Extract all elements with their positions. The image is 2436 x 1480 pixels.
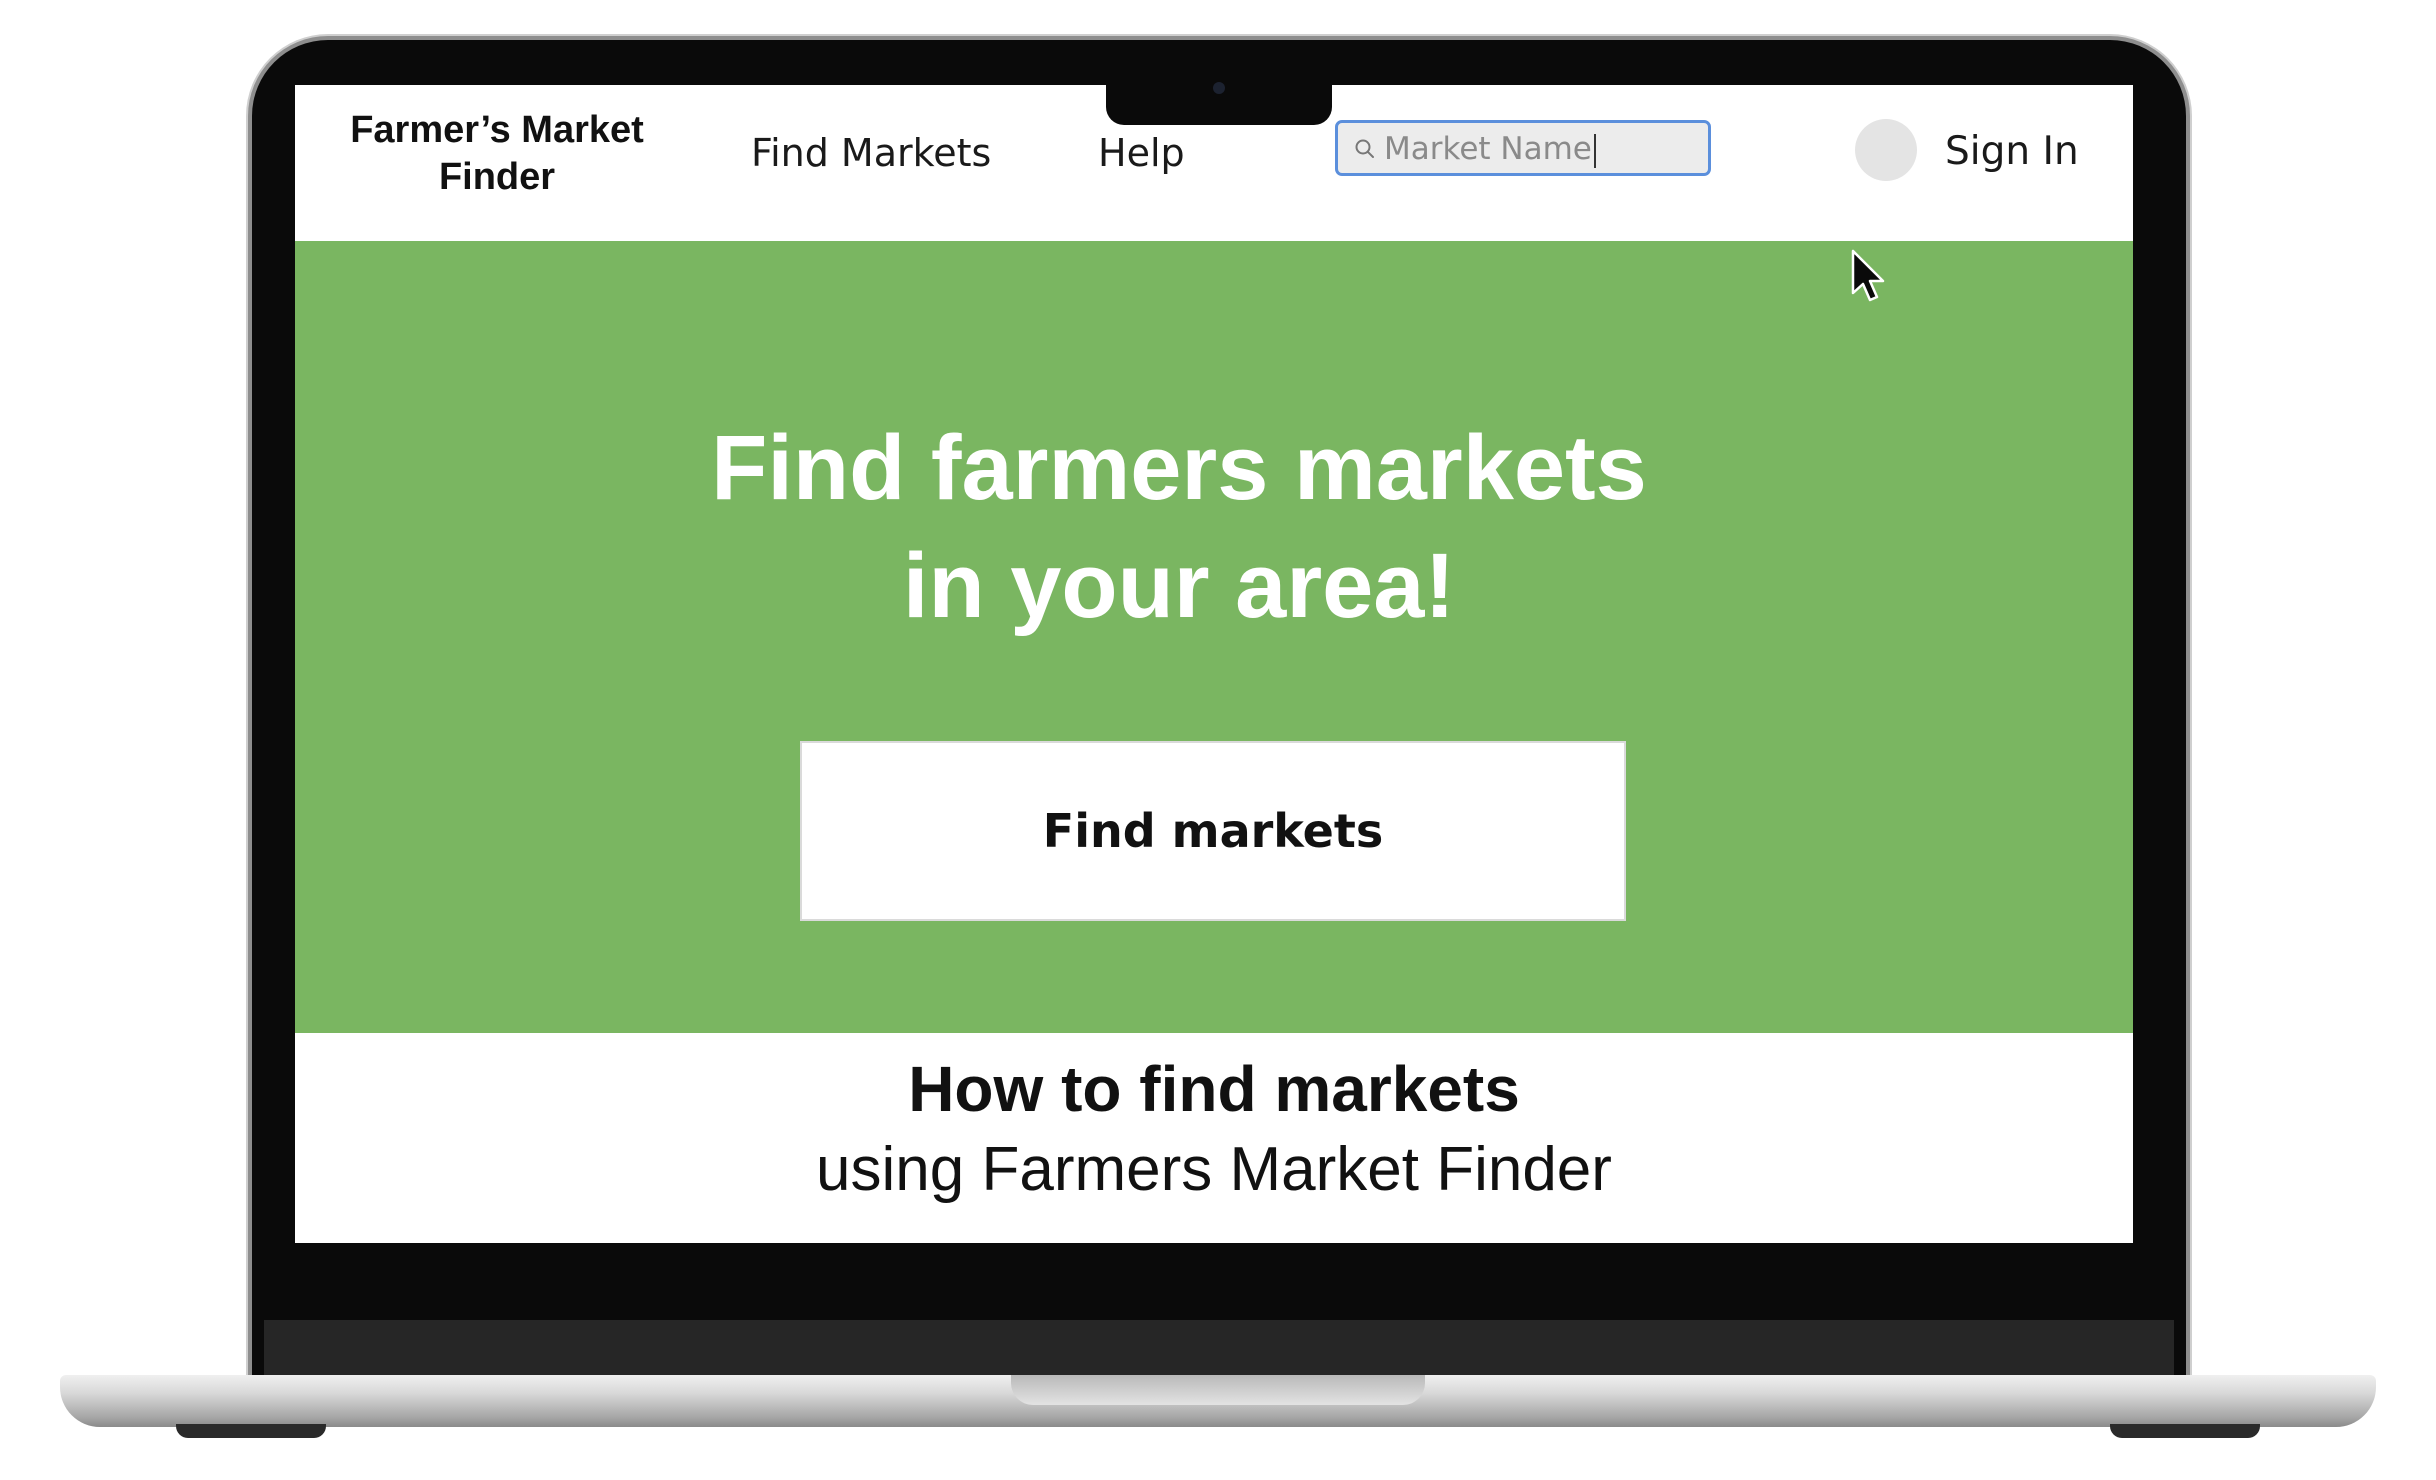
how-to-subtitle: using Farmers Market Finder: [816, 1135, 1612, 1204]
search-input-value: Market Name: [1384, 131, 1592, 167]
hero-banner: Find farmers markets in your area! Find …: [295, 241, 2133, 1033]
how-to-section: How to find markets using Farmers Market…: [295, 1033, 2133, 1243]
nav-help[interactable]: Help: [1098, 131, 1185, 175]
search-input[interactable]: Market Name: [1384, 129, 1654, 169]
hero-title-line-1: Find farmers markets: [711, 417, 1647, 519]
brand-logo[interactable]: Farmer’s Market Finder: [335, 107, 659, 201]
camera-icon: [1213, 82, 1225, 94]
laptop-foot-right: [2110, 1424, 2260, 1438]
mouse-cursor-icon: [1851, 249, 1885, 302]
nav-find-markets[interactable]: Find Markets: [751, 131, 991, 175]
search-box[interactable]: Market Name: [1335, 120, 1711, 176]
text-caret: [1593, 133, 1596, 168]
laptop-screen: Farmer’s Market Finder Find Markets Help…: [295, 85, 2133, 1243]
find-markets-button[interactable]: Find markets: [800, 741, 1626, 921]
laptop-foot-left: [176, 1424, 326, 1438]
laptop-thumb-groove: [1011, 1375, 1425, 1405]
how-to-title: How to find markets: [908, 1053, 1520, 1125]
laptop-hinge-band: [264, 1320, 2174, 1376]
hero-title-line-2: in your area!: [902, 535, 1456, 637]
search-icon: [1355, 139, 1374, 158]
sign-in-link[interactable]: Sign In: [1945, 129, 2079, 175]
avatar[interactable]: [1855, 119, 1917, 181]
hero-title: Find farmers markets in your area!: [295, 409, 2063, 645]
